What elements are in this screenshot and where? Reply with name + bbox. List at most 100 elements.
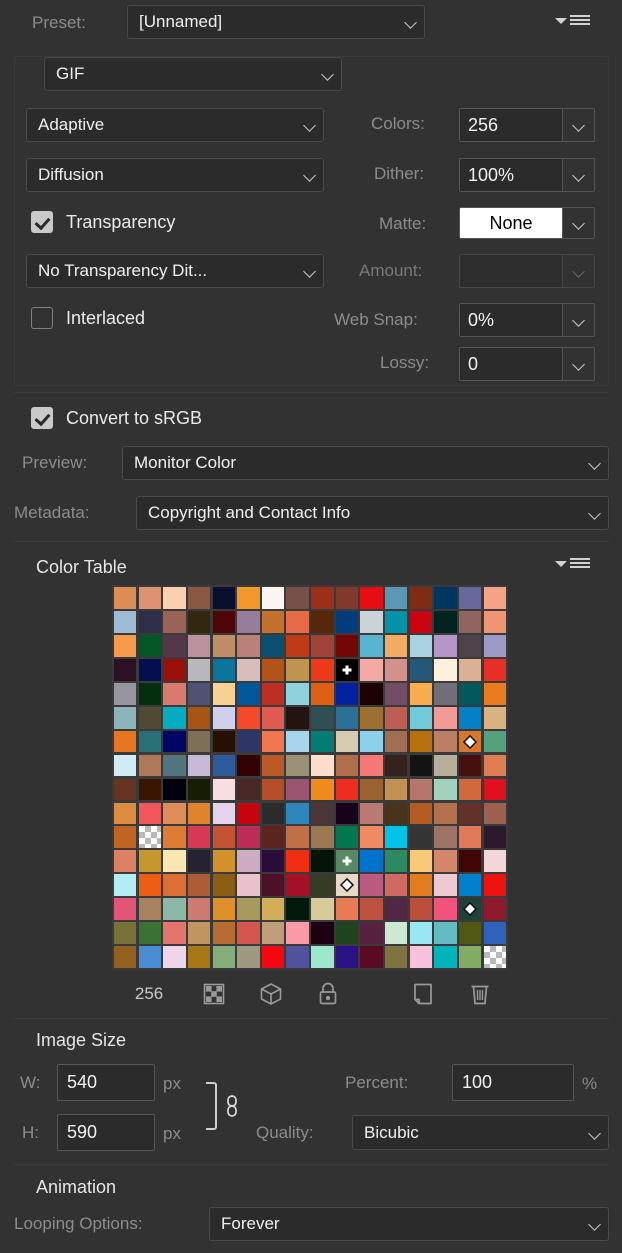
color-swatch[interactable] (335, 802, 359, 825)
color-swatch[interactable] (138, 802, 162, 825)
color-swatch[interactable] (409, 778, 433, 801)
color-swatch[interactable] (335, 946, 359, 968)
color-swatch[interactable] (335, 754, 359, 777)
color-swatch[interactable] (409, 610, 433, 633)
color-swatch[interactable] (286, 658, 309, 681)
color-swatch[interactable] (261, 826, 285, 849)
color-swatch[interactable] (311, 754, 334, 777)
color-swatch[interactable] (483, 610, 506, 633)
transparency-swatch[interactable] (483, 946, 506, 968)
color-swatch[interactable] (187, 946, 211, 968)
color-swatch[interactable] (187, 587, 211, 609)
color-swatch[interactable] (385, 634, 408, 657)
color-swatch[interactable] (458, 634, 482, 657)
color-swatch[interactable] (114, 826, 137, 849)
color-swatch[interactable] (335, 587, 359, 609)
color-swatch[interactable] (286, 898, 309, 921)
dither-field-group[interactable]: 100% (459, 158, 595, 192)
color-swatch[interactable] (163, 730, 186, 753)
color-swatch[interactable] (458, 587, 482, 609)
color-swatch[interactable] (212, 754, 235, 777)
color-swatch[interactable] (212, 874, 235, 897)
color-swatch[interactable] (385, 754, 408, 777)
color-swatch[interactable] (311, 826, 334, 849)
color-table-grid[interactable] (112, 585, 508, 970)
color-swatch[interactable] (114, 802, 137, 825)
color-swatch[interactable] (311, 730, 334, 753)
color-swatch[interactable] (409, 634, 433, 657)
color-swatch[interactable] (311, 946, 334, 968)
color-swatch[interactable] (483, 587, 506, 609)
file-format-select[interactable]: GIF (44, 57, 342, 91)
color-swatch[interactable] (434, 610, 457, 633)
width-input[interactable]: 540 (57, 1064, 155, 1101)
color-swatch[interactable] (385, 730, 408, 753)
color-swatch[interactable] (261, 658, 285, 681)
color-swatch[interactable] (138, 898, 162, 921)
color-swatch[interactable] (483, 658, 506, 681)
color-swatch[interactable] (261, 610, 285, 633)
color-swatch[interactable] (360, 874, 383, 897)
color-swatch[interactable] (163, 802, 186, 825)
color-swatch[interactable] (409, 826, 433, 849)
color-swatch[interactable] (311, 850, 334, 873)
color-swatch[interactable] (286, 634, 309, 657)
color-swatch[interactable] (385, 658, 408, 681)
color-swatch[interactable] (360, 754, 383, 777)
color-swatch[interactable] (261, 754, 285, 777)
color-swatch[interactable] (458, 730, 482, 753)
color-swatch[interactable] (187, 898, 211, 921)
websnap-input[interactable]: 0% (459, 303, 563, 337)
color-swatch[interactable] (335, 682, 359, 705)
color-swatch[interactable] (114, 634, 137, 657)
color-swatch[interactable] (311, 778, 334, 801)
color-swatch[interactable] (114, 874, 137, 897)
color-swatch[interactable] (163, 826, 186, 849)
color-swatch[interactable] (138, 658, 162, 681)
color-swatch[interactable] (212, 826, 235, 849)
color-swatch[interactable] (187, 754, 211, 777)
color-reduction-select[interactable]: Adaptive (26, 108, 324, 142)
dither-algorithm-select[interactable]: Diffusion (26, 158, 324, 192)
color-swatch[interactable] (212, 898, 235, 921)
color-swatch[interactable] (138, 850, 162, 873)
color-swatch[interactable] (212, 922, 235, 945)
preset-select[interactable]: [Unnamed] (127, 5, 425, 39)
websnap-field-group[interactable]: 0% (459, 303, 595, 337)
color-swatch[interactable] (212, 682, 235, 705)
color-swatch[interactable] (187, 730, 211, 753)
color-swatch[interactable] (483, 874, 506, 897)
color-swatch[interactable] (237, 706, 260, 729)
color-swatch[interactable] (360, 634, 383, 657)
color-swatch[interactable] (335, 850, 359, 873)
color-swatch[interactable] (187, 922, 211, 945)
color-swatch[interactable] (237, 778, 260, 801)
color-swatch[interactable] (385, 850, 408, 873)
color-swatch[interactable] (311, 634, 334, 657)
color-swatch[interactable] (114, 587, 137, 609)
color-swatch[interactable] (138, 778, 162, 801)
color-swatch[interactable] (434, 850, 457, 873)
color-swatch[interactable] (385, 922, 408, 945)
color-swatch[interactable] (409, 730, 433, 753)
color-swatch[interactable] (286, 706, 309, 729)
color-swatch[interactable] (237, 634, 260, 657)
color-swatch[interactable] (261, 922, 285, 945)
color-swatch[interactable] (286, 682, 309, 705)
color-swatch[interactable] (335, 730, 359, 753)
color-swatch[interactable] (434, 874, 457, 897)
color-swatch[interactable] (163, 898, 186, 921)
color-swatch[interactable] (261, 730, 285, 753)
preview-select[interactable]: Monitor Color (122, 446, 609, 480)
color-swatch[interactable] (360, 802, 383, 825)
colors-input[interactable]: 256 (459, 108, 563, 142)
color-swatch[interactable] (114, 778, 137, 801)
color-swatch[interactable] (385, 802, 408, 825)
color-swatch[interactable] (286, 922, 309, 945)
color-swatch[interactable] (163, 874, 186, 897)
color-swatch[interactable] (286, 754, 309, 777)
color-swatch[interactable] (434, 587, 457, 609)
color-swatch[interactable] (311, 587, 334, 609)
color-swatch[interactable] (138, 706, 162, 729)
color-swatch[interactable] (237, 610, 260, 633)
